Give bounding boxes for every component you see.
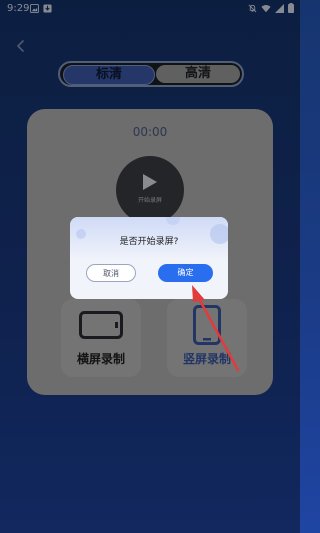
start-record-dialog: 是否开始录屏? 取消 确定 — [70, 217, 228, 299]
confirm-button[interactable]: 确定 — [158, 264, 213, 282]
dialog-title: 是否开始录屏? — [119, 237, 179, 247]
cancel-button[interactable]: 取消 — [86, 264, 136, 282]
